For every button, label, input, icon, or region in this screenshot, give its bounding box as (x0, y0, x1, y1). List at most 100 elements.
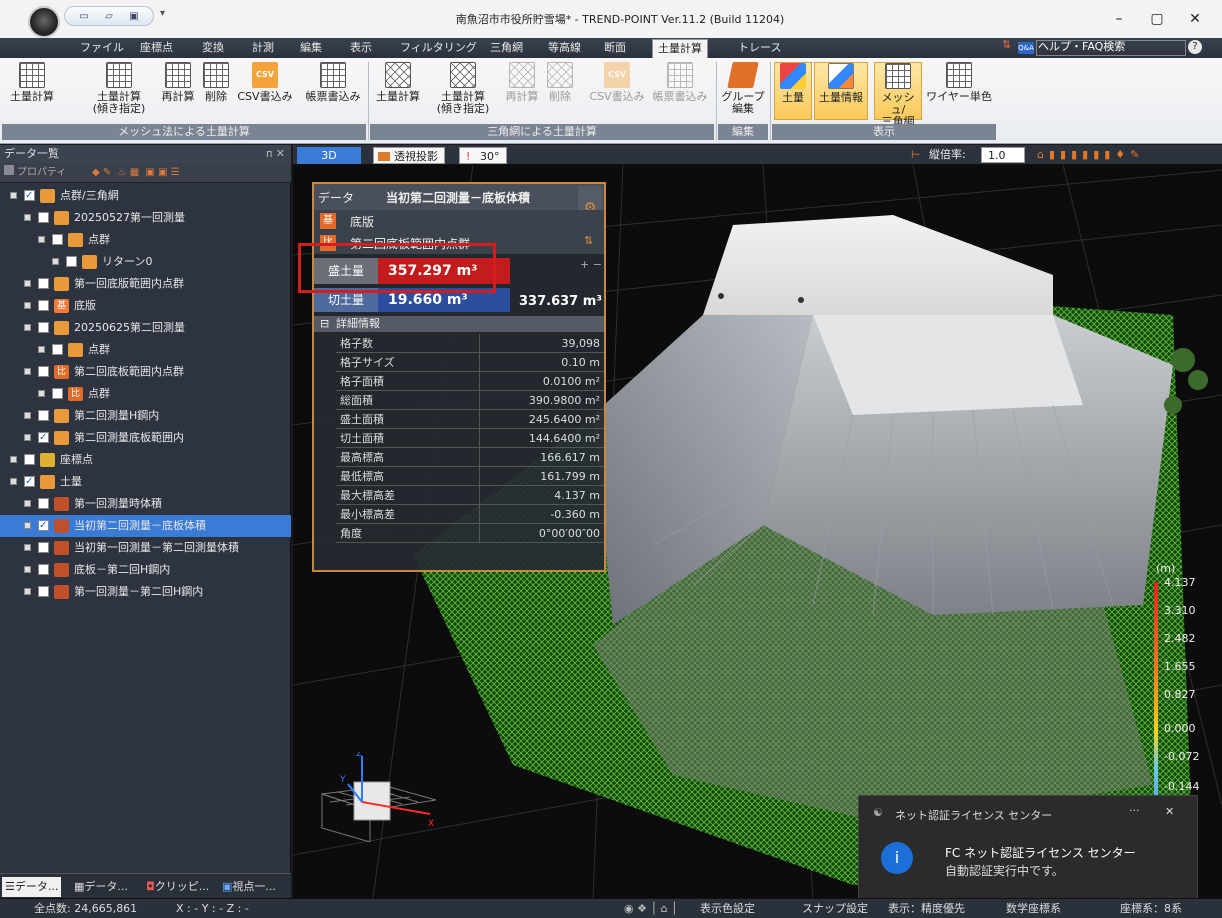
tree-checkbox[interactable] (38, 515, 49, 537)
mesh-delete-button[interactable]: 削除 (202, 62, 230, 120)
mesh-recalc-button[interactable]: 再計算 (156, 62, 200, 120)
menu-file[interactable]: ファイル (80, 38, 124, 58)
tree-checkbox[interactable] (38, 427, 49, 449)
help-icon[interactable]: ? (1188, 40, 1202, 54)
details-header[interactable]: ⊟ 詳細情報 (314, 316, 604, 332)
menu-convert[interactable]: 変換 (202, 38, 224, 58)
tree-item[interactable]: 土量 (0, 471, 291, 493)
expand-icon[interactable] (24, 368, 31, 375)
expand-icon[interactable] (10, 456, 17, 463)
app-logo-icon[interactable] (28, 6, 60, 38)
tree-item[interactable]: 第一回底版範囲内点群 (0, 273, 291, 295)
menu-section[interactable]: 断面 (604, 38, 626, 58)
expand-icon[interactable] (38, 236, 45, 243)
menu-points[interactable]: 座標点 (140, 38, 173, 58)
group-edit-button[interactable]: グループ 編集 (720, 62, 766, 120)
toast-more-button[interactable]: ··· (1129, 804, 1140, 817)
tree-item[interactable]: 基底版 (0, 295, 291, 317)
tree-item[interactable]: 点群/三角網 (0, 185, 291, 207)
mesh-volume-button[interactable]: 土量計算 (6, 62, 58, 120)
expand-icon[interactable] (38, 390, 45, 397)
menu-volume[interactable]: 土量計算 (652, 39, 708, 58)
expand-icon[interactable] (24, 214, 31, 221)
tree-checkbox[interactable] (24, 185, 35, 207)
tree-checkbox[interactable] (38, 300, 49, 311)
vertical-ratio-input[interactable]: 1.0 (981, 147, 1025, 163)
toast-close-button[interactable]: ✕ (1165, 805, 1174, 818)
expand-icon[interactable] (24, 302, 31, 309)
menu-trace[interactable]: トレース (738, 38, 781, 58)
tab-3d[interactable]: 3D (297, 147, 361, 164)
expand-icon[interactable] (24, 566, 31, 573)
tree-checkbox[interactable] (24, 454, 35, 465)
tree-item[interactable]: 当初第二回測量－底板体積 (0, 515, 291, 537)
tree-item[interactable]: 第二回測量H鋼内 (0, 405, 291, 427)
tree-checkbox[interactable] (52, 388, 63, 399)
menu-tin[interactable]: 三角網 (490, 38, 523, 58)
open-icon[interactable]: ▱ (105, 11, 113, 22)
tree-checkbox[interactable] (38, 410, 49, 421)
expand-icon[interactable] (10, 192, 17, 199)
tree-item[interactable]: 20250527第一回測量 (0, 207, 291, 229)
menu-contour[interactable]: 等高線 (548, 38, 581, 58)
tree-item[interactable]: 第一回測量時体積 (0, 493, 291, 515)
menu-measure[interactable]: 計測 (252, 38, 274, 58)
tree-item[interactable]: 20250625第二回測量 (0, 317, 291, 339)
expand-icon[interactable] (24, 500, 31, 507)
tree-item[interactable]: 底板－第二回H鋼内 (0, 559, 291, 581)
display-color-setting[interactable]: 表示色設定 (700, 899, 755, 918)
mesh-volume-tilt-button[interactable]: 土量計算 (傾き指定) (92, 62, 146, 120)
tree-checkbox[interactable] (38, 586, 49, 597)
tree-item[interactable]: 比第二回底板範囲内点群 (0, 361, 291, 383)
tree-checkbox[interactable] (38, 212, 49, 223)
tin-recalc-button[interactable]: 再計算 (500, 62, 544, 120)
wire-single-color-button[interactable]: ワイヤー単色 (924, 62, 994, 120)
panel-pin-close[interactable]: ᴨ ✕ (266, 145, 285, 163)
notification-toast[interactable]: ☯ ネット認証ライセンス センター ··· ✕ i FC ネット認証ライセンス … (858, 795, 1198, 905)
menu-edit[interactable]: 編集 (300, 38, 322, 58)
volume-info-button[interactable]: 土量情報 (814, 62, 868, 120)
properties-button[interactable]: プロパティ (17, 167, 66, 178)
tin-delete-button[interactable]: 削除 (546, 62, 574, 120)
help-search-input[interactable] (1036, 40, 1186, 56)
view-angle-field[interactable]: ! 30° (459, 147, 507, 164)
tree-item[interactable]: 第二回測量底板範囲内 (0, 427, 291, 449)
mesh-csv-write-button[interactable]: CSV CSV書込み (232, 62, 298, 120)
tree-checkbox[interactable] (38, 278, 49, 289)
minimize-button[interactable]: – (1104, 8, 1134, 30)
expand-icon[interactable] (24, 324, 31, 331)
expand-icon[interactable] (24, 588, 31, 595)
tree-item[interactable]: 点群 (0, 229, 291, 251)
tree-item[interactable]: 当初第一回測量－第二回測量体積 (0, 537, 291, 559)
coordinate-system[interactable]: 数学座標系 (1006, 899, 1061, 918)
show-volume-button[interactable]: 土量 (774, 62, 812, 120)
tree-checkbox[interactable] (38, 366, 49, 377)
coordinate-number[interactable]: 座標系：8系 (1120, 899, 1182, 918)
tab-viewpoint[interactable]: ▣視点一... (222, 877, 276, 897)
snap-setting[interactable]: スナップ設定 (802, 899, 868, 918)
perspective-toggle[interactable]: 透視投影 (373, 147, 445, 164)
restore-button[interactable]: ▢ (1142, 8, 1172, 30)
tree-checkbox[interactable] (38, 322, 49, 333)
tree-checkbox[interactable] (52, 344, 63, 355)
expand-icon[interactable] (24, 434, 31, 441)
zoom-plus-minus-icon[interactable]: + − (580, 258, 602, 271)
tree-checkbox[interactable] (24, 471, 35, 493)
tree-checkbox[interactable] (38, 542, 49, 553)
tin-volume-tilt-button[interactable]: 土量計算 (傾き指定) (436, 62, 490, 120)
view-preset-icons[interactable]: ⌂▮▮▮▮▮▮♦✎ (1037, 145, 1144, 165)
tree-item[interactable]: 点群 (0, 339, 291, 361)
close-button[interactable]: ✕ (1180, 8, 1210, 30)
expand-icon[interactable] (10, 478, 17, 485)
tin-report-write-button[interactable]: 帳票書込み (648, 62, 712, 120)
quick-access-dropdown-icon[interactable]: ▾ (160, 8, 165, 19)
mesh-tin-toggle-button[interactable]: メッシュ/ 三角網 (874, 62, 922, 128)
sort-icon[interactable]: ⇅ (1002, 38, 1011, 51)
tab-data-list[interactable]: ☰データ... (2, 877, 62, 897)
tree-item[interactable]: 比点群 (0, 383, 291, 405)
new-icon[interactable]: ▭ (79, 11, 88, 22)
menu-filtering[interactable]: フィルタリング (400, 38, 477, 58)
mesh-report-write-button[interactable]: 帳票書込み (300, 62, 366, 120)
status-tool-icons[interactable]: ◉ ❖ │ ⌂ │ (624, 899, 678, 918)
tree-checkbox[interactable] (66, 256, 77, 267)
